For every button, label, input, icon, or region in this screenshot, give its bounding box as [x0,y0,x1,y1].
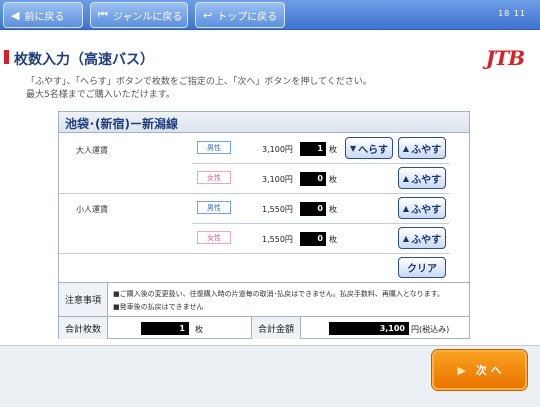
total-amount-value: 3,100 [329,322,409,335]
arrow-left-icon: ◀ [11,8,20,22]
route-header: 池袋･(新宿)ー新潟線 [59,112,469,133]
back-button[interactable]: ◀ 前に戻る [3,2,83,28]
next-button[interactable]: ▶ 次 へ [432,350,527,390]
increase-child-female-button[interactable]: ▲ ふやす [398,227,446,249]
total-count-unit: 枚 [195,325,203,334]
total-count-label: 合計枚数 [59,317,108,339]
notes-row: 注意事項 ■ご購入後の変更扱い、往復購入時の片道毎の取消･払戻はできません。払戻… [59,282,469,316]
play-arrow-icon: ▶ [457,363,466,377]
fare-price: 1,550円 [262,235,293,244]
skip-back-icon: ⏮ [98,8,108,21]
jtb-logo: JTB [485,46,525,70]
instruction-text: 「ふやす」、「へらす」ボタンで枚数をご指定の上、「次へ」ボタンを押してください。 [26,77,372,87]
count-unit: 枚 [329,145,337,154]
row-divider [192,163,449,164]
totals-row: 合計枚数 1 枚 合計金額 3,100 円(税込み) [59,316,469,339]
route-name: 池袋･(新宿)ー新潟線 [65,117,178,131]
triangle-up-icon: ▲ [402,173,410,183]
count-unit: 枚 [329,205,337,214]
back-button-label: 前に戻る [24,11,65,23]
decrease-label: へらす [358,144,388,156]
row-divider [59,193,449,194]
back-to-genre-button[interactable]: ⏮ ジャンルに戻る [90,2,188,28]
gender-female-badge: 女性 [197,231,231,244]
increase-label: ふやす [411,234,442,246]
next-button-label: 次 へ [475,364,502,377]
total-count-value: 1 [141,322,189,335]
back-to-top-button[interactable]: ↩ トップに戻る [195,2,285,28]
instruction-limit-text: 最大5名様までご購入いただけます。 [26,90,175,100]
clear-button[interactable]: クリア [398,257,446,278]
decrease-adult-male-button[interactable]: ▼ へらす [345,137,393,159]
triangle-up-icon: ▲ [402,203,410,213]
page-title: 枚数入力（高速バス） [14,52,154,68]
ticket-count: 0 [300,172,326,186]
note-line: ■発車後の払戻はできません [113,303,204,311]
ticket-count: 1 [300,142,326,156]
fare-price: 1,550円 [262,205,293,214]
fare-price: 3,100円 [262,145,293,154]
ticket-count: 0 [300,202,326,216]
gender-male-badge: 男性 [197,201,231,214]
row-divider [192,223,449,224]
fare-price: 3,100円 [262,175,293,184]
total-amount-label: 合計金額 [251,317,301,339]
triangle-up-icon: ▲ [402,233,410,243]
ticket-count: 0 [300,232,326,246]
top-nav-bar: ◀ 前に戻る ⏮ ジャンルに戻る ↩ トップに戻る 18 11 [0,0,540,30]
notes-label: 注意事項 [59,283,108,316]
gender-male-badge: 男性 [197,141,231,154]
increase-adult-female-button[interactable]: ▲ ふやす [398,167,446,189]
total-amount-unit: 円(税込み) [411,325,450,334]
triangle-down-icon: ▼ [350,143,357,153]
increase-child-male-button[interactable]: ▲ ふやす [398,197,446,219]
return-icon: ↩ [203,8,213,22]
triangle-up-icon: ▲ [402,143,410,153]
title-marker [4,50,9,64]
child-fare-label: 小人運賃 [76,205,108,214]
top-button-label: トップに戻る [217,11,278,23]
count-unit: 枚 [329,235,337,244]
row-divider [59,253,449,254]
increase-label: ふやす [411,144,442,156]
gender-female-badge: 女性 [197,171,231,184]
adult-fare-label: 大人運賃 [76,146,108,155]
clock: 18 11 [498,9,526,18]
increase-adult-male-button[interactable]: ▲ ふやす [398,137,446,159]
ticket-count-panel: 池袋･(新宿)ー新潟線 大人運賃 男性 3,100円 1 枚 ▼ へらす ▲ ふ… [58,111,470,339]
note-line: ■ご購入後の変更扱い、往復購入時の片道毎の取消･払戻はできません。払戻手数料、再… [113,290,444,298]
increase-label: ふやす [411,174,442,186]
count-unit: 枚 [329,175,337,184]
genre-button-label: ジャンルに戻る [112,11,183,23]
increase-label: ふやす [411,204,442,216]
